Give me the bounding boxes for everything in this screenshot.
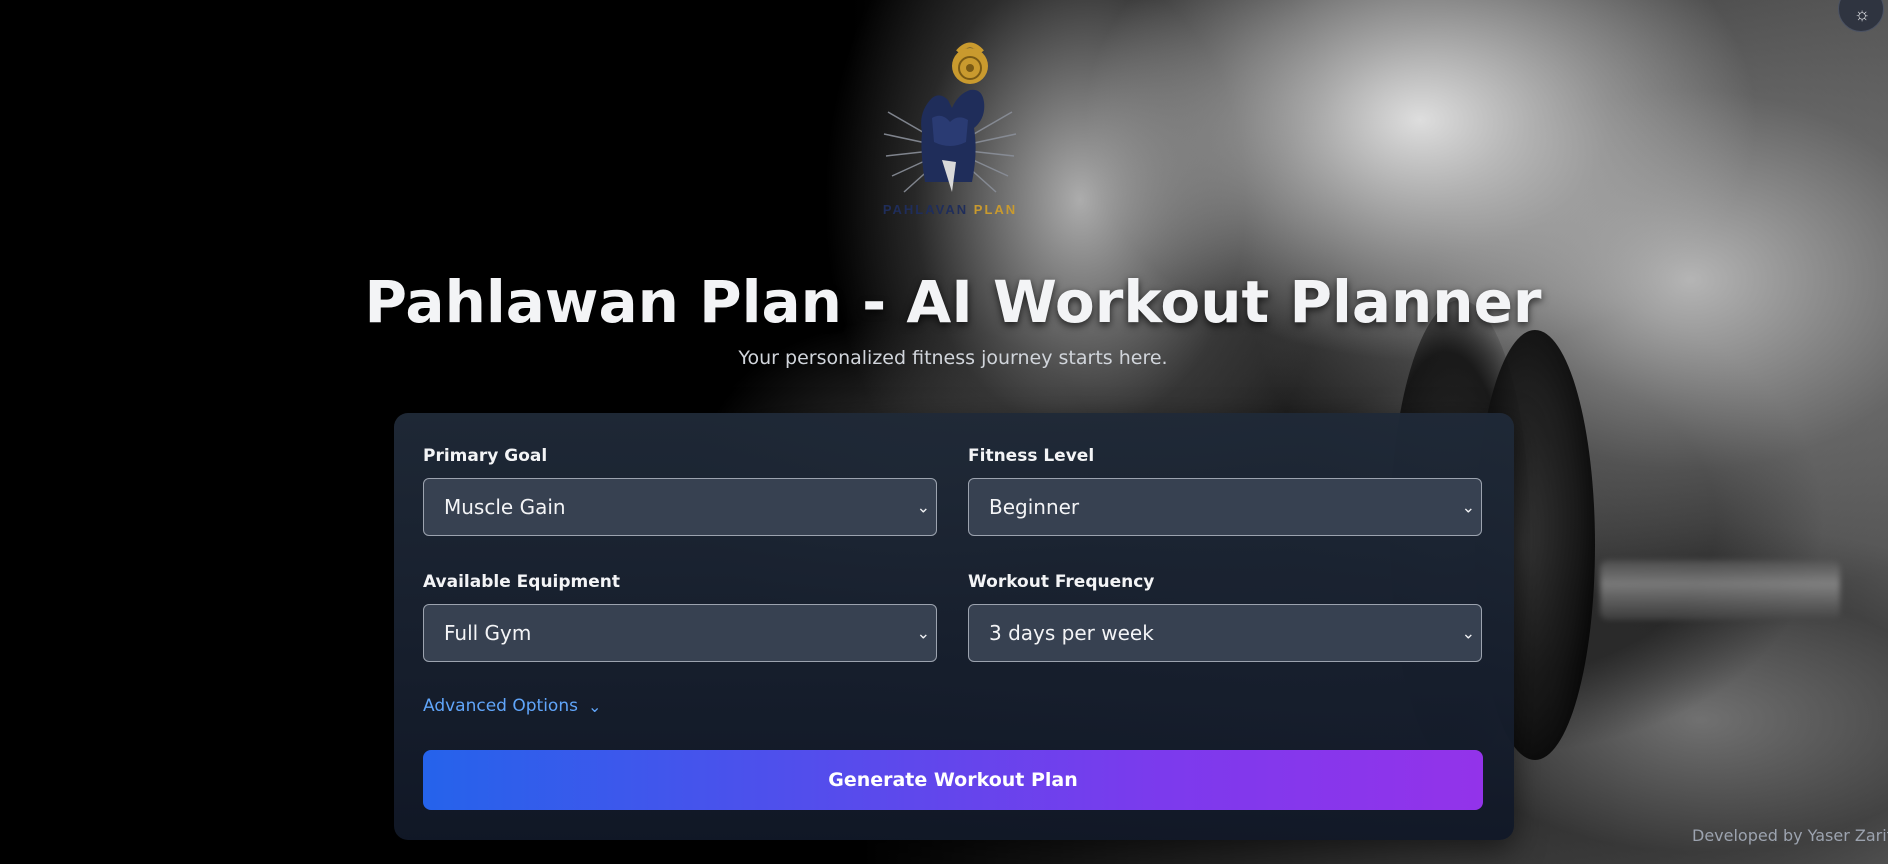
chevron-down-icon: ⌄ [916,497,930,517]
primary-goal-value: Muscle Gain [444,495,566,519]
workout-form-card: Primary Goal Muscle Gain ⌄ Fitness Level… [394,413,1514,840]
primary-goal-label: Primary Goal [423,446,548,466]
chevron-down-icon: ⌄ [916,623,930,643]
frequency-select[interactable]: 3 days per week ⌄ [968,604,1482,662]
equipment-value: Full Gym [444,621,532,645]
brand-logo: PAHLAVAN PLAN [870,42,1030,224]
logo-text-primary: PAHLAVAN [882,202,969,217]
primary-goal-select[interactable]: Muscle Gain ⌄ [423,478,937,536]
frequency-value: 3 days per week [989,621,1154,645]
fitness-level-value: Beginner [989,495,1080,519]
page-title: Pahlawan Plan - AI Workout Planner [364,268,1542,336]
logo-text-secondary: PLAN [973,202,1018,217]
fitness-level-label: Fitness Level [968,446,1095,466]
generate-workout-plan-button[interactable]: Generate Workout Plan [423,750,1483,810]
advanced-options-toggle[interactable]: Advanced Options ⌄ [423,696,601,716]
sun-icon: ☼ [1853,3,1871,24]
chevron-down-icon: ⌄ [1461,497,1475,517]
developer-credit: Developed by Yaser Zarifi [1692,826,1888,845]
page-subtitle: Your personalized fitness journey starts… [738,347,1168,369]
background-dumbbell-bar [1600,560,1840,620]
equipment-label: Available Equipment [423,572,621,592]
frequency-label: Workout Frequency [968,572,1155,592]
generate-button-label: Generate Workout Plan [828,769,1078,791]
logo-wordmark: PAHLAVAN PLAN [870,202,1030,217]
equipment-select[interactable]: Full Gym ⌄ [423,604,937,662]
chevron-down-icon: ⌄ [1461,623,1475,643]
fitness-level-select[interactable]: Beginner ⌄ [968,478,1482,536]
kettlebell-strongman-logo-icon [883,42,1017,193]
advanced-options-label: Advanced Options [423,696,578,716]
chevron-down-icon: ⌄ [587,696,602,716]
